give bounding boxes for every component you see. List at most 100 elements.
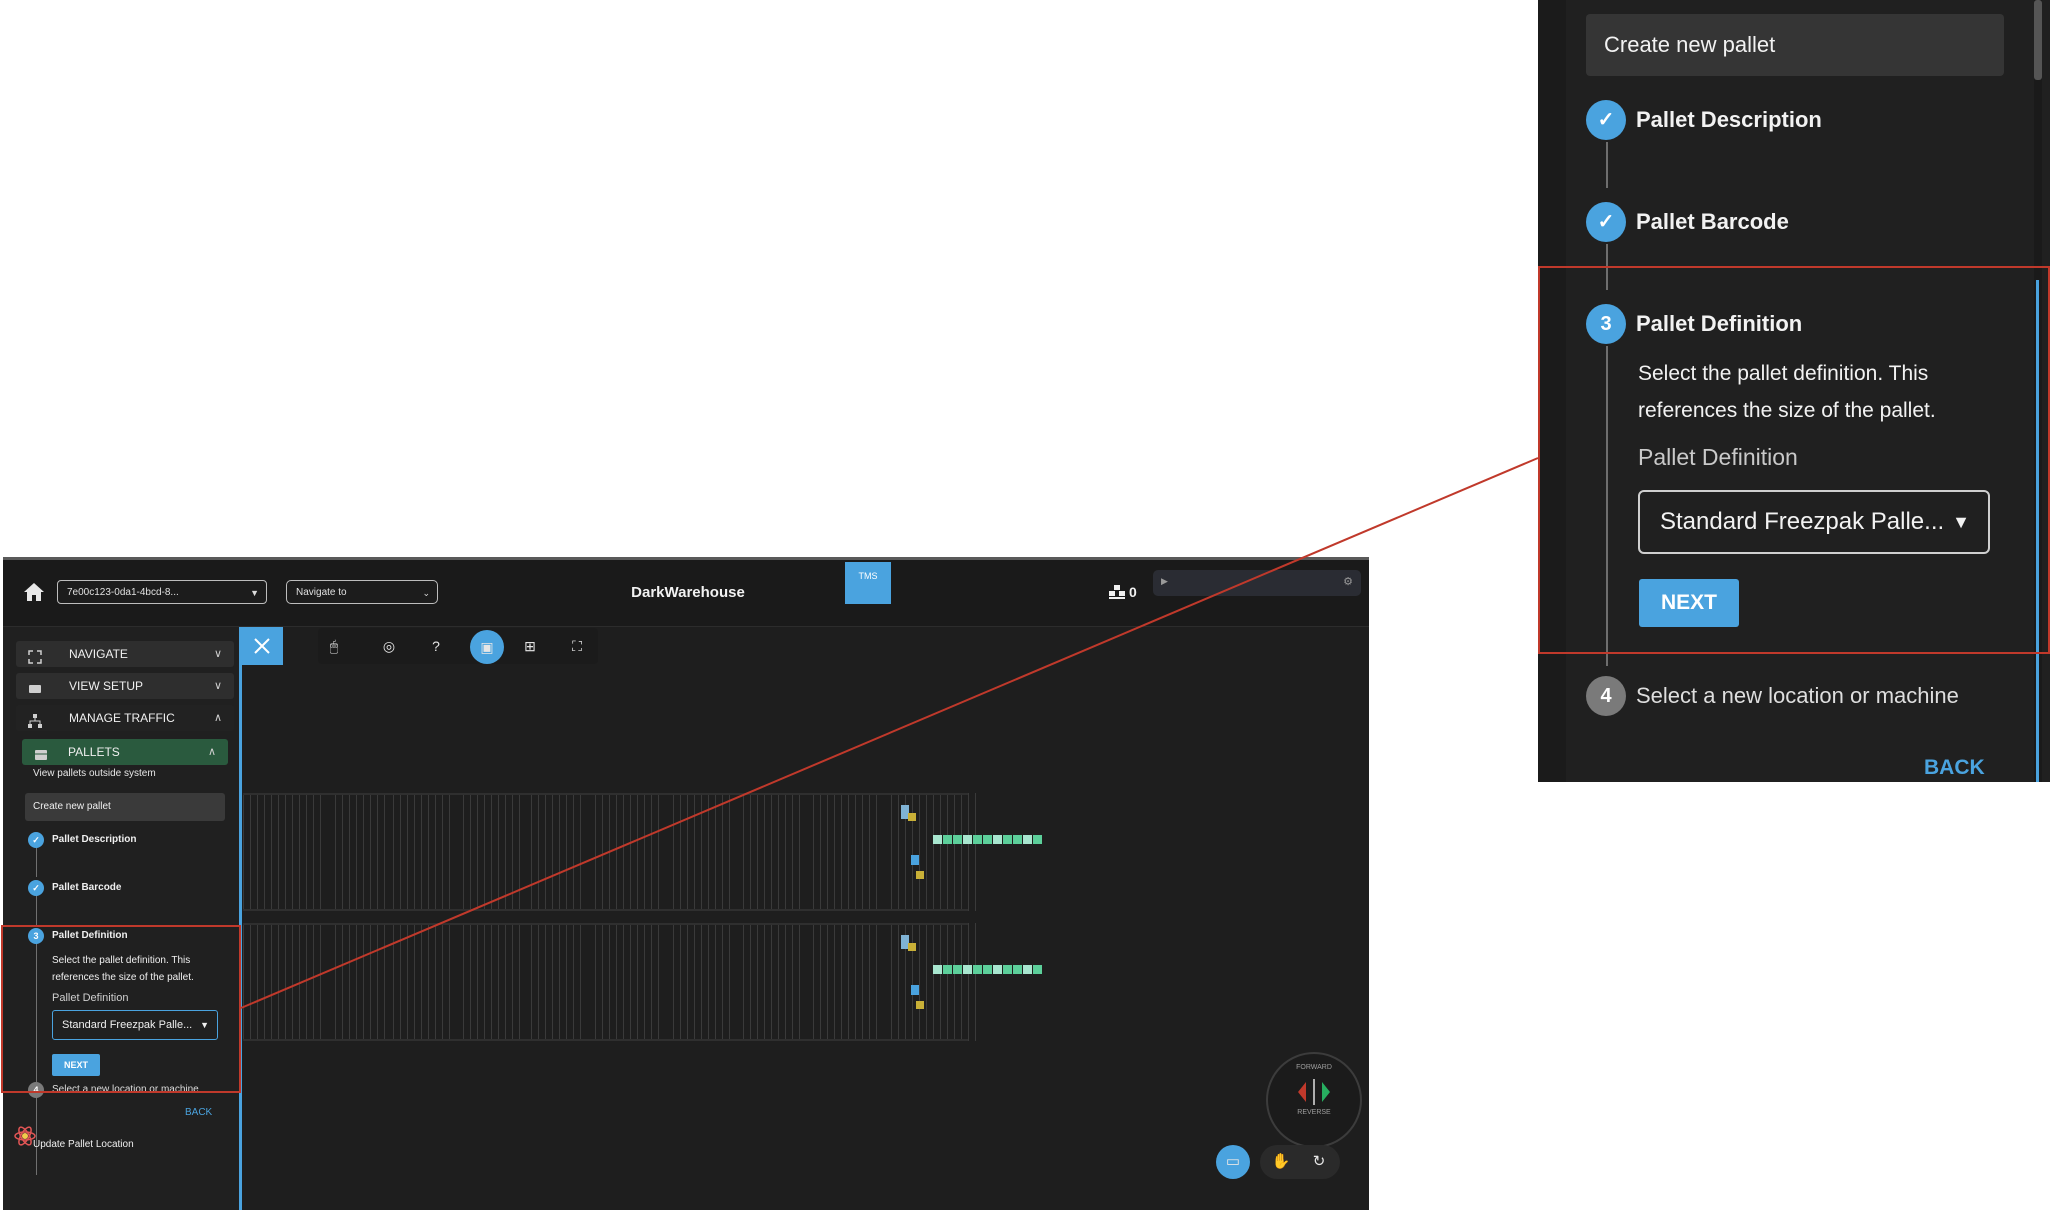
rack-column xyxy=(651,923,652,1041)
station-marker xyxy=(916,871,924,879)
rack-column xyxy=(271,793,272,911)
rack-column xyxy=(552,793,553,911)
rack-column xyxy=(947,793,948,911)
rack-column xyxy=(580,923,581,1041)
select-tool-icon[interactable]: ▣ xyxy=(470,630,504,664)
rack-column xyxy=(449,923,450,1041)
rack-column xyxy=(477,923,478,1041)
help-icon[interactable]: ? xyxy=(427,637,445,655)
mouse-icon[interactable]: 🖱 xyxy=(325,637,343,655)
rack-column xyxy=(435,923,436,1041)
back-button[interactable]: BACK xyxy=(185,1107,212,1118)
hand-icon[interactable]: ✋ xyxy=(1264,1145,1298,1179)
rack-column xyxy=(609,923,610,1041)
reverse-label: REVERSE xyxy=(1297,1109,1331,1116)
rack-column xyxy=(616,923,617,1041)
rack-column xyxy=(687,923,688,1041)
add-layer-icon[interactable]: ⊞ xyxy=(521,637,539,655)
conveyor-segment xyxy=(973,965,982,974)
conveyor-segment xyxy=(993,965,1002,974)
rack-column xyxy=(778,793,779,911)
rack-column xyxy=(616,793,617,911)
rack-column xyxy=(609,793,610,911)
create-pallet-title: Create new pallet xyxy=(1586,14,2004,76)
step-label: Select a new location or machine xyxy=(1636,683,1959,708)
map-toolbar: 🖱 ◎ ? ▣ ⊞ ⛶ xyxy=(318,628,598,664)
tools-button[interactable] xyxy=(241,627,283,665)
accordion-view-setup[interactable]: VIEW SETUP ∨ xyxy=(16,673,234,699)
warehouse-map[interactable] xyxy=(243,665,1363,1210)
settings-icon[interactable]: ⚙ xyxy=(1343,575,1353,588)
rack-column xyxy=(933,793,934,911)
scrollbar-thumb[interactable] xyxy=(2034,0,2042,80)
rack-column xyxy=(538,923,539,1041)
desktop-view-button[interactable]: ▭ xyxy=(1216,1145,1250,1179)
accordion-manage-traffic[interactable]: MANAGE TRAFFIC ∧ xyxy=(16,705,234,731)
rack-column xyxy=(552,923,553,1041)
target-icon[interactable]: ◎ xyxy=(380,637,398,655)
rack-column xyxy=(484,793,485,911)
conveyor-segment xyxy=(943,835,952,844)
rack-column xyxy=(335,793,336,911)
rack-column xyxy=(715,793,716,911)
conveyor-segment xyxy=(1013,965,1022,974)
rack-column xyxy=(855,923,856,1041)
rack-column xyxy=(687,793,688,911)
rack-column xyxy=(442,923,443,1041)
rack-column xyxy=(299,793,300,911)
pallet-stack-icon xyxy=(1109,585,1125,599)
rack-column xyxy=(919,793,920,911)
conveyor-segment xyxy=(1033,835,1042,844)
rack-column xyxy=(393,923,394,1041)
rack-column xyxy=(827,923,828,1041)
update-pallet-location-link[interactable]: Update Pallet Location xyxy=(33,1139,134,1150)
reset-icon[interactable]: ↻ xyxy=(1302,1145,1336,1179)
rack-column xyxy=(862,923,863,1041)
rack-column xyxy=(954,923,955,1041)
navigate-to-select[interactable]: Navigate to ⌄ xyxy=(286,580,438,604)
view-pallets-outside-link[interactable]: View pallets outside system xyxy=(33,768,156,779)
rack-column xyxy=(778,923,779,1041)
fit-view-icon[interactable]: ⛶ xyxy=(568,637,586,655)
rack-column xyxy=(869,793,870,911)
pallet-count-value: 0 xyxy=(1129,584,1137,600)
rack-column xyxy=(414,923,415,1041)
monitor-icon: ▭ xyxy=(1225,1153,1241,1170)
pallet-id-select[interactable]: 7e00c123-0da1-4bcd-8... ▼ xyxy=(57,580,267,604)
rack-column xyxy=(862,793,863,911)
rack-column xyxy=(792,793,793,911)
rack-column xyxy=(435,793,436,911)
rack-column xyxy=(694,793,695,911)
play-icon[interactable]: ▶ xyxy=(1161,576,1168,587)
rack-column xyxy=(968,923,969,1041)
rack-column xyxy=(463,793,464,911)
rack-column xyxy=(799,923,800,1041)
rack-column xyxy=(848,923,849,1041)
rack-column xyxy=(573,923,574,1041)
accordion-navigate[interactable]: NAVIGATE ∨ xyxy=(16,641,234,667)
conveyor-segment xyxy=(1033,965,1042,974)
home-icon[interactable] xyxy=(23,582,45,602)
rack-column xyxy=(278,793,279,911)
rack-column xyxy=(384,923,385,1041)
back-button[interactable]: BACK xyxy=(1924,756,1985,780)
rack-column xyxy=(278,923,279,1041)
rack-column xyxy=(658,923,659,1041)
warehouse-app-window: 7e00c123-0da1-4bcd-8... ▼ Navigate to ⌄ … xyxy=(3,557,1369,1210)
rack-column xyxy=(715,923,716,1041)
station-marker xyxy=(901,805,909,819)
rack-column xyxy=(630,793,631,911)
rack-column xyxy=(708,793,709,911)
direction-control[interactable]: FORWARD REVERSE xyxy=(1266,1052,1362,1148)
accordion-pallets[interactable]: PALLETS ∧ xyxy=(22,739,228,765)
station-marker xyxy=(908,813,916,821)
rack-column xyxy=(484,923,485,1041)
pallet-count: 0 xyxy=(1109,584,1137,600)
rack-column xyxy=(834,923,835,1041)
rack-column xyxy=(848,793,849,911)
step-number: 4 xyxy=(1586,676,1626,716)
rack-column xyxy=(306,923,307,1041)
rack-column xyxy=(449,793,450,911)
tms-button[interactable]: TMS xyxy=(845,562,891,604)
status-strip[interactable]: ▶ ⚙ xyxy=(1153,570,1361,596)
